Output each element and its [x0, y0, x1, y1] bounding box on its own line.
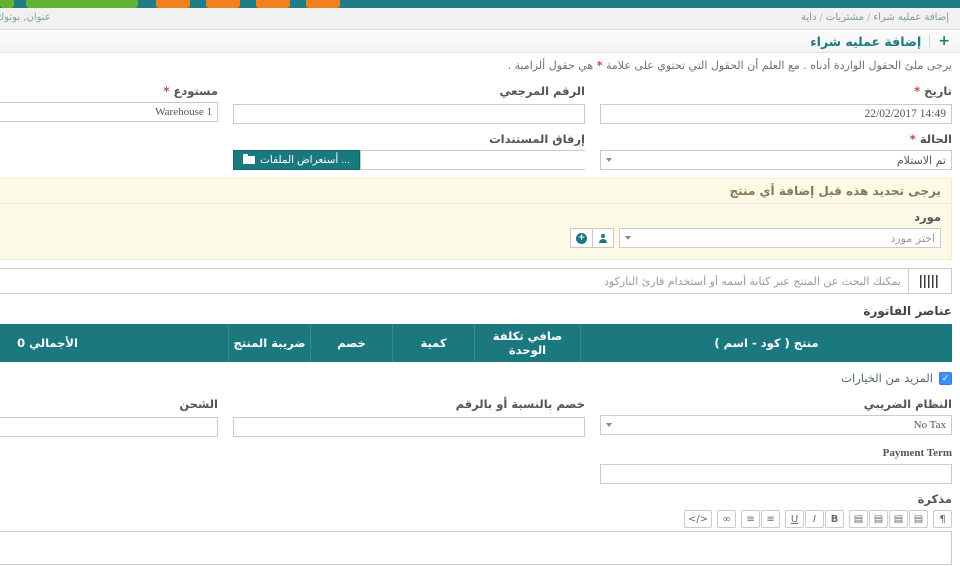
page-title-bar: + إضافة عمليه شراء: [0, 30, 960, 53]
supplier-select[interactable]: اختر مورد: [619, 228, 941, 248]
orange-toolbar-button[interactable]: [206, 0, 240, 8]
breadcrumb-separator: /: [820, 12, 823, 23]
toolbar-group: ∞: [716, 510, 736, 528]
title-divider: [929, 35, 930, 48]
date-label: تاريخ *: [600, 84, 952, 98]
orange-toolbar-button[interactable]: [256, 0, 290, 8]
note-label: مذكرة: [0, 492, 952, 506]
more-options-checkbox[interactable]: [939, 372, 952, 385]
date-input[interactable]: [600, 104, 952, 124]
align-justify-icon[interactable]: ▤: [849, 510, 868, 528]
breadcrumb-item[interactable]: داية: [801, 12, 816, 23]
date-field-group: تاريخ *: [600, 76, 952, 124]
chevron-down-icon: [625, 236, 631, 240]
toolbar-group: ▤▤▤▤: [848, 510, 928, 528]
align-right-icon[interactable]: ▤: [909, 510, 928, 528]
status-field-group: الحالة * تم الاستلام: [600, 124, 952, 170]
payment-term-label: Payment Term: [600, 445, 952, 459]
add-supplier-button[interactable]: +: [570, 228, 592, 248]
list-ul-icon[interactable]: ≡: [741, 510, 760, 528]
payment-term-input[interactable]: [600, 464, 952, 484]
tax-field-group: النظام الضريبي No Tax: [600, 389, 952, 437]
main-form: تاريخ * الرقم المرجعي مستودع * Warehouse…: [0, 76, 952, 170]
discount-field-group: خصم بالنسبة أو بالرقم: [233, 389, 585, 437]
attachments-field-group: إرفاق المستندات أستعراض الملفات ...: [233, 124, 585, 170]
folder-icon: [243, 156, 255, 164]
toolbar-group: </>: [683, 510, 712, 528]
chevron-down-icon: [606, 158, 612, 162]
note-textarea[interactable]: [0, 531, 952, 565]
invoice-column-header: خصم: [310, 324, 392, 362]
orange-toolbar-button[interactable]: [306, 0, 340, 8]
tax-select[interactable]: No Tax: [600, 415, 952, 435]
supplier-label: مورد: [0, 210, 941, 224]
page-title: إضافة عمليه شراء: [810, 34, 921, 49]
toolbar-group: BIU: [784, 510, 844, 528]
header-bar: عنوان, بوتوك داية/مشتريات/إضافة عمليه شر…: [0, 8, 960, 30]
supplier-panel-notice: يرجى تحديد هذه قبل إضافة أي منتج: [0, 179, 951, 204]
toolbar-group: ¶: [932, 510, 952, 528]
shipping-label: الشحن: [0, 397, 218, 411]
person-icon: [598, 234, 608, 243]
browse-files-button[interactable]: أستعراض الملفات ...: [233, 150, 360, 170]
breadcrumb-item[interactable]: مشتريات: [826, 12, 864, 23]
plus-icon: +: [938, 34, 950, 48]
chevron-down-icon: [606, 423, 612, 427]
options-form: النظام الضريبي No Tax خصم بالنسبة أو بال…: [0, 389, 952, 484]
warehouse-label: مستودع *: [0, 84, 218, 98]
code-icon[interactable]: </>: [684, 510, 712, 528]
warehouse-select[interactable]: Warehouse 1: [0, 102, 218, 122]
status-select[interactable]: تم الاستلام: [600, 150, 952, 170]
breadcrumb: داية/مشتريات/إضافة عمليه شراء: [798, 12, 952, 23]
invoice-items-title: عناصر الفاتورة: [0, 304, 952, 318]
reference-field-group: الرقم المرجعي: [233, 76, 585, 124]
account-title: عنوان, بوتوك: [0, 12, 51, 23]
warehouse-field-group: مستودع * Warehouse 1: [0, 76, 218, 124]
invoice-column-header: ضريبة المنتج: [228, 324, 310, 362]
invoice-table-header: منتج ( كود - اسم )صافي تكلفة الوحدةكميةخ…: [0, 324, 952, 362]
top-button-strip: [0, 0, 960, 8]
barcode-addon: [908, 268, 952, 294]
product-search-row: [0, 268, 952, 294]
reference-label: الرقم المرجعي: [233, 84, 585, 98]
barcode-icon: [920, 275, 940, 288]
shipping-input[interactable]: [0, 417, 218, 437]
shipping-field-group: الشحن: [0, 389, 218, 437]
italic-icon[interactable]: I: [805, 510, 824, 528]
form-instruction: يرجى ملئ الحقول الواردة أدناه . مع العلم…: [0, 59, 952, 72]
invoice-column-header: منتج ( كود - اسم ): [580, 324, 952, 362]
reference-input[interactable]: [233, 104, 585, 124]
align-left-icon[interactable]: ▤: [869, 510, 888, 528]
invoice-column-header: الأجمالي 0: [0, 324, 228, 362]
green-toolbar-button[interactable]: [0, 0, 14, 8]
discount-label: خصم بالنسبة أو بالرقم: [233, 397, 585, 411]
attachments-input[interactable]: [360, 150, 585, 170]
link-icon[interactable]: ∞: [717, 510, 736, 528]
green-toolbar-button[interactable]: [26, 0, 138, 8]
product-search-input[interactable]: [0, 268, 908, 294]
paragraph-icon[interactable]: ¶: [933, 510, 952, 528]
align-center-icon[interactable]: ▤: [889, 510, 908, 528]
bold-icon[interactable]: B: [825, 510, 844, 528]
tax-label: النظام الضريبي: [600, 397, 952, 411]
breadcrumb-item[interactable]: إضافة عمليه شراء: [873, 12, 949, 23]
more-options-label: المزيد من الخيارات: [841, 371, 933, 385]
list-ol-icon[interactable]: ≡: [761, 510, 780, 528]
supplier-panel: يرجى تحديد هذه قبل إضافة أي منتج مورد اخ…: [0, 178, 952, 260]
underline-icon[interactable]: U: [785, 510, 804, 528]
more-options-row: المزيد من الخيارات: [0, 371, 952, 385]
note-toolbar: ¶▤▤▤▤BIU≡≡∞</>: [0, 510, 952, 528]
status-label: الحالة *: [600, 132, 952, 146]
toolbar-group: ≡≡: [740, 510, 780, 528]
payment-term-field-group: Payment Term: [600, 437, 952, 485]
invoice-column-header: صافي تكلفة الوحدة: [474, 324, 580, 362]
breadcrumb-separator: /: [867, 12, 870, 23]
attachments-label: إرفاق المستندات: [233, 132, 585, 146]
view-supplier-button[interactable]: [592, 228, 614, 248]
discount-input[interactable]: [233, 417, 585, 437]
invoice-column-header: كمية: [392, 324, 474, 362]
plus-circle-icon: +: [576, 233, 587, 244]
orange-toolbar-button[interactable]: [156, 0, 190, 8]
